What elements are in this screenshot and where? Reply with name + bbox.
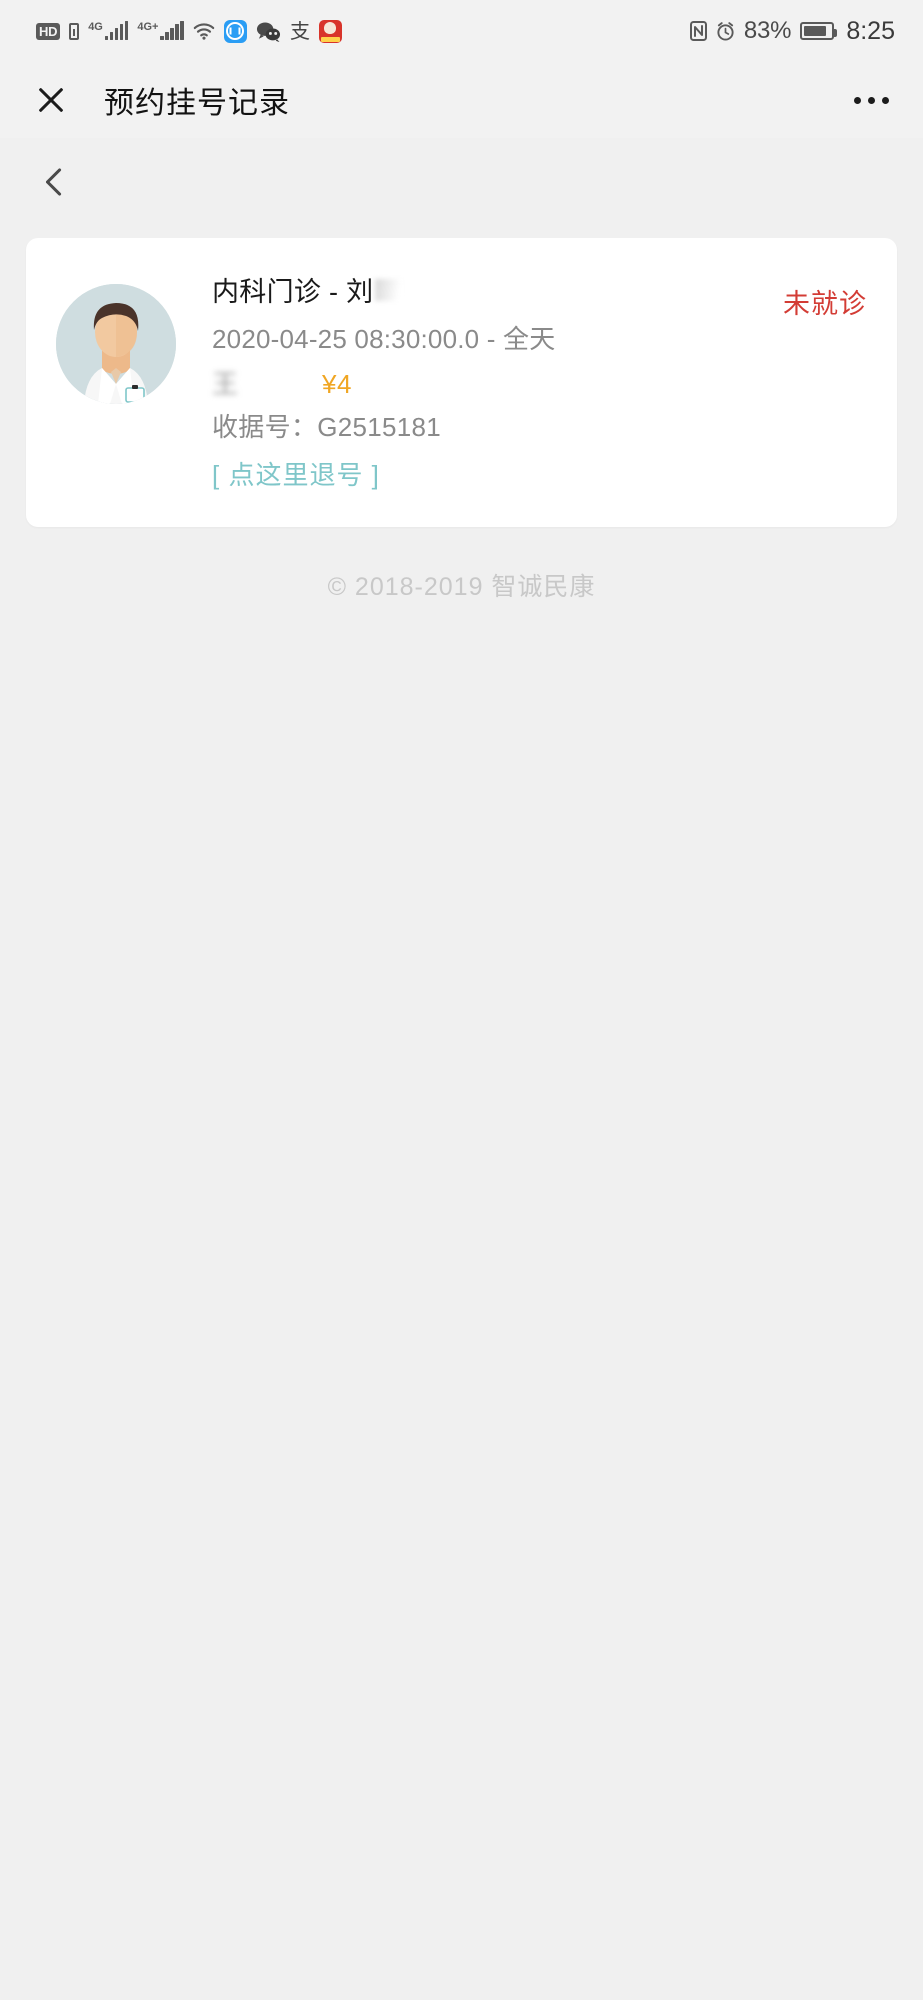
signal-4g-label: 4G [88,21,103,33]
status-badge: 未就诊 [783,289,867,319]
app-red-icon [318,19,342,43]
department-doctor-row: 内科门诊 - 刘 [212,272,869,313]
app-blue-icon [223,19,247,43]
receipt-number-label: 收据号：G2515181 [212,411,442,442]
appointment-card[interactable]: 内科门诊 - 刘 2020-04-25 08:30:00.0 - 全天 王 ¥4… [26,238,897,527]
signal-bars-secondary [160,21,184,40]
doctor-name-redacted [375,279,410,301]
page-title: 预约挂号记录 [104,87,290,120]
department-doctor-label: 内科门诊 - 刘 [212,277,374,307]
content-area: 内科门诊 - 刘 2020-04-25 08:30:00.0 - 全天 王 ¥4… [0,138,923,2000]
status-bar: HD 4G 4G+ 支 83% 8:25 [0,0,923,62]
title-bar: 预约挂号记录 [0,62,923,138]
signal-4g-plus-label: 4G+ [137,21,159,33]
footer-copyright: © 2018-2019 智诚民康 [327,572,596,601]
signal-4g-icon: 4G [88,21,129,40]
sim-card-icon [69,22,80,40]
battery-percent-label: 83% [743,17,792,44]
signal-4g-plus-icon: 4G+ [137,21,184,40]
appointment-details: 内科门诊 - 刘 2020-04-25 08:30:00.0 - 全天 王 ¥4… [212,262,869,497]
status-bar-right: 83% 8:25 [689,16,895,45]
price-label: ¥4 [322,368,352,399]
alipay-icon: 支 [289,19,310,43]
more-options-icon[interactable] [854,96,889,104]
nfc-icon [689,21,707,41]
close-icon[interactable] [34,83,68,117]
hd-badge-icon: HD [36,22,61,40]
patient-price-row: 王 ¥4 [212,365,869,403]
patient-name-redacted: 王 [212,368,241,399]
back-chevron-icon[interactable] [33,161,67,201]
refund-link[interactable]: [ 点这里退号 ] [212,455,380,497]
appointment-datetime-label: 2020-04-25 08:30:00.0 - 全天 [212,323,556,354]
wifi-icon [193,22,215,40]
doctor-avatar [56,284,176,404]
phone-screen: HD 4G 4G+ 支 83% 8:25 预约挂号记录 内科门诊 - 刘 202… [0,0,923,2000]
wechat-icon [256,21,281,42]
clock-label: 8:25 [846,16,895,45]
battery-icon [800,22,838,40]
alarm-clock-icon [716,21,735,41]
signal-bars [104,21,129,40]
back-nav-row [0,138,923,224]
status-bar-left: HD 4G 4G+ 支 [36,19,342,43]
